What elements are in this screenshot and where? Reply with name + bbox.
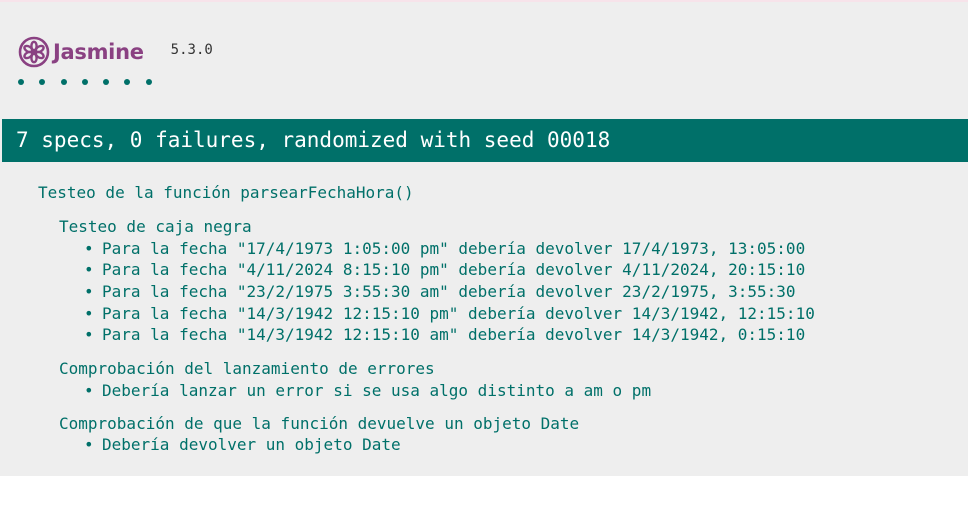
spec-link[interactable]: Para la fecha "17/4/1973 1:05:00 pm" deb… — [102, 239, 805, 258]
suite-title-errors[interactable]: Comprobación del lanzamiento de errores — [59, 359, 435, 379]
spec-item: • Debería devolver un objeto Date — [84, 435, 401, 455]
results-tree: Testeo de la función parsearFechaHora() … — [0, 0, 815, 454]
suite-title-black-box[interactable]: Testeo de caja negra — [59, 217, 252, 237]
passed-spec-dot[interactable] — [145, 79, 152, 85]
spec-link[interactable]: Para la fecha "14/3/1942 12:15:10 am" de… — [102, 325, 805, 344]
bullet-icon: • — [84, 282, 94, 301]
passed-spec-dot[interactable] — [124, 79, 131, 85]
passed-spec-dot[interactable] — [81, 79, 88, 85]
spec-item: • Para la fecha "17/4/1973 1:05:00 pm" de… — [84, 239, 805, 259]
spec-link[interactable]: Para la fecha "23/2/1975 3:55:30 am" deb… — [102, 282, 796, 301]
spec-item: • Debería lanzar un error si se usa algo … — [84, 381, 651, 401]
jasmine-logo-link[interactable]: Jasmine — [18, 35, 144, 69]
spec-link[interactable]: Para la fecha "4/11/2024 8:15:10 pm" deb… — [102, 260, 805, 279]
spec-item: • Para la fecha "14/3/1942 12:15:10 am" d… — [84, 325, 805, 345]
spec-link[interactable]: Para la fecha "14/3/1942 12:15:10 pm" de… — [102, 304, 815, 323]
suite-title-root[interactable]: Testeo de la función parsearFechaHora() — [38, 183, 414, 203]
version-label: 5.3.0 — [170, 42, 213, 58]
spec-symbol-summary — [18, 79, 167, 85]
results-summary-text: 7 specs, 0 failures, randomized with see… — [16, 128, 611, 152]
passed-spec-dot[interactable] — [60, 79, 67, 85]
spec-link[interactable]: Debería devolver un objeto Date — [102, 435, 401, 454]
bullet-icon: • — [84, 260, 94, 279]
bullet-icon: • — [84, 381, 94, 400]
bullet-icon: • — [84, 435, 94, 454]
bullet-icon: • — [84, 325, 94, 344]
bullet-icon: • — [84, 304, 94, 323]
logo-wordmark: Jasmine — [53, 40, 144, 64]
spec-item: • Para la fecha "23/2/1975 3:55:30 am" de… — [84, 282, 796, 302]
spec-item: • Para la fecha "4/11/2024 8:15:10 pm" de… — [84, 260, 805, 280]
results-summary-bar[interactable]: 7 specs, 0 failures, randomized with see… — [2, 119, 968, 162]
passed-spec-dot[interactable] — [39, 79, 46, 85]
bullet-icon: • — [84, 239, 94, 258]
spec-item: • Para la fecha "14/3/1942 12:15:10 pm" d… — [84, 304, 815, 324]
jasmine-flower-icon — [18, 36, 50, 68]
suite-title-date-object[interactable]: Comprobación de que la función devuelve … — [59, 414, 579, 434]
banner: Jasmine 5.3.0 — [18, 35, 213, 69]
spec-link[interactable]: Debería lanzar un error si se usa algo d… — [102, 381, 651, 400]
passed-spec-dot[interactable] — [103, 79, 110, 85]
